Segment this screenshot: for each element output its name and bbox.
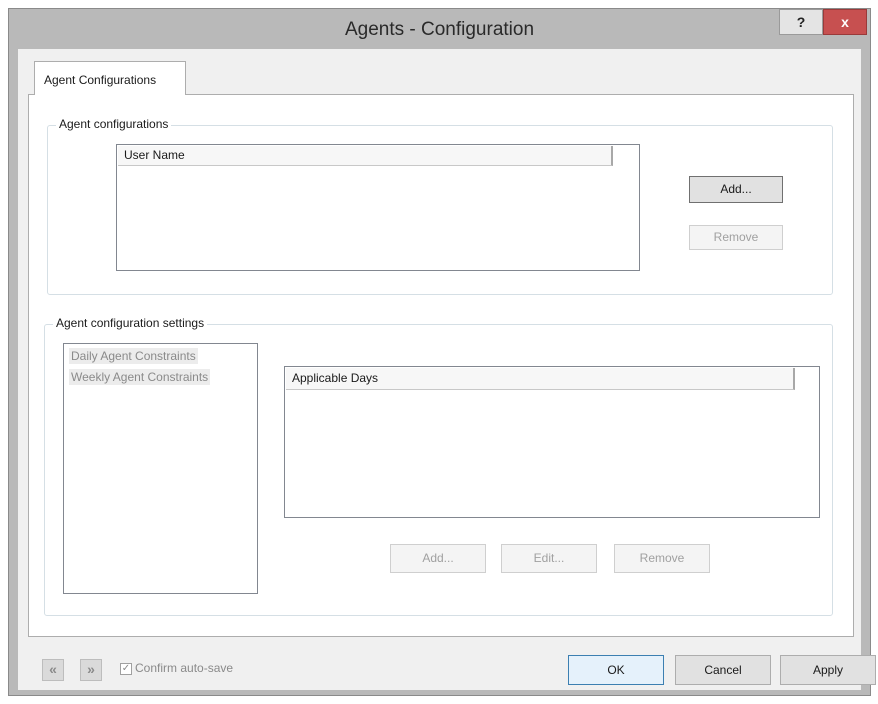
ok-button[interactable]: OK (568, 655, 664, 685)
tab-panel: Agent configurations User Name Add... Re… (28, 94, 854, 637)
user-name-list[interactable]: User Name (116, 144, 640, 271)
window-title: Agents - Configuration (344, 19, 535, 40)
user-name-column-header[interactable]: User Name (118, 146, 613, 166)
list-item-weekly-agent-constraints[interactable]: Weekly Agent Constraints (69, 369, 211, 385)
remove-day-button[interactable]: Remove (614, 544, 710, 573)
agent-configuration-settings-group: Agent configuration settings Daily Agent… (44, 316, 833, 616)
tab-agent-configurations[interactable]: Agent Configurations (34, 61, 186, 95)
dialog-client-area: Agent Configurations Agent configuration… (18, 49, 876, 690)
agent-configuration-settings-group-label: Agent configuration settings (53, 316, 208, 330)
edit-day-button[interactable]: Edit... (501, 544, 597, 573)
previous-icon[interactable]: « (42, 659, 64, 681)
apply-button[interactable]: Apply (780, 655, 876, 685)
add-agent-button[interactable]: Add... (689, 176, 783, 203)
close-button[interactable]: x (823, 9, 867, 35)
confirm-auto-save-label: Confirm auto-save (135, 661, 234, 675)
help-button[interactable]: ? (779, 9, 823, 35)
title-bar[interactable]: Agents - Configuration ? x (9, 9, 870, 49)
list-item-daily-agent-constraints[interactable]: Daily Agent Constraints (69, 348, 198, 364)
applicable-days-column-header[interactable]: Applicable Days (286, 368, 795, 390)
constraints-list[interactable]: Daily Agent Constraints Weekly Agent Con… (63, 343, 258, 594)
agent-configurations-group-label: Agent configurations (56, 117, 172, 131)
applicable-days-list[interactable]: Applicable Days (284, 366, 820, 518)
agent-configurations-group: Agent configurations User Name Add... Re… (47, 117, 833, 295)
add-day-button[interactable]: Add... (390, 544, 486, 573)
remove-agent-button[interactable]: Remove (689, 225, 783, 250)
dialog-window: Agents - Configuration ? x Agent Configu… (8, 8, 876, 696)
next-icon[interactable]: » (80, 659, 102, 681)
cancel-button[interactable]: Cancel (675, 655, 771, 685)
confirm-auto-save-checkbox[interactable]: ✓ (120, 663, 132, 675)
